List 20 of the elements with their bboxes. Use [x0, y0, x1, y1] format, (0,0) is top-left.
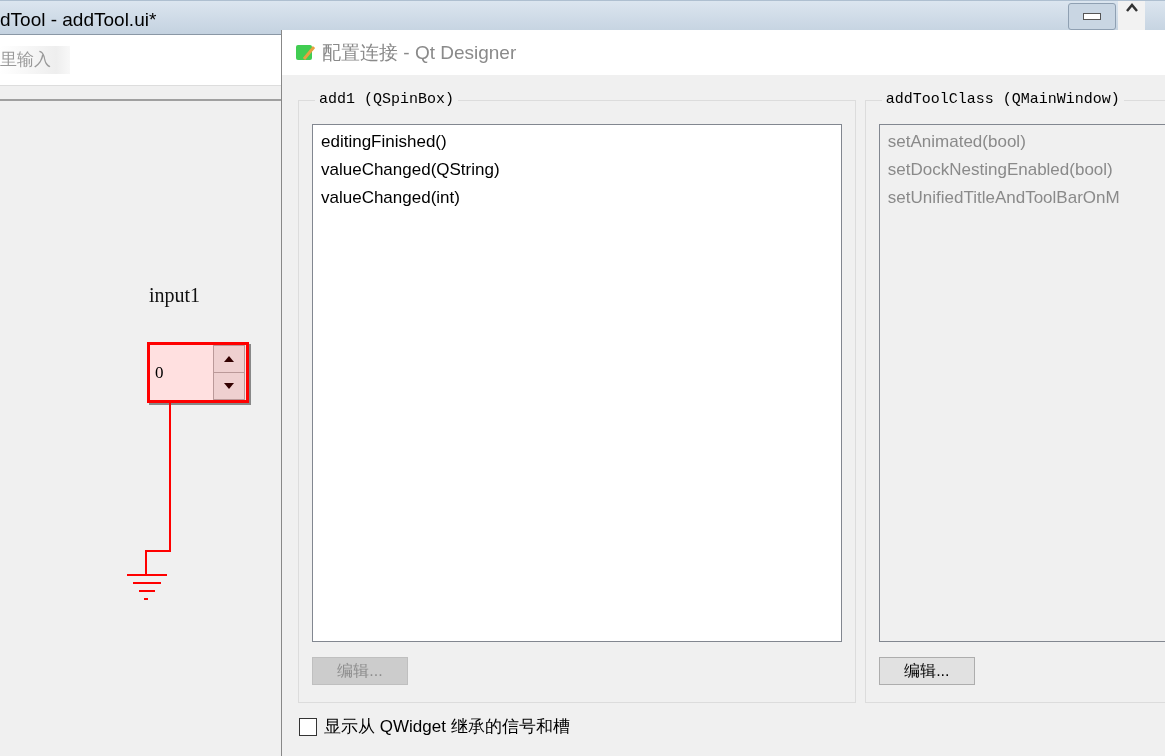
checkbox[interactable] — [299, 717, 317, 736]
triangle-down-icon — [224, 383, 234, 389]
signal-list[interactable]: editingFinished() valueChanged(QString) valueChanged(int) — [312, 124, 842, 642]
list-item[interactable]: valueChanged(QString) — [321, 156, 833, 184]
spin-box[interactable]: 0 — [147, 342, 249, 403]
list-item[interactable]: valueChanged(int) — [321, 184, 833, 212]
widget-label: input1 — [149, 284, 201, 307]
dialog-title: 配置连接 - Qt Designer — [322, 40, 517, 65]
spin-down-button[interactable] — [214, 372, 244, 399]
group-title: add1 (QSpinBox) — [315, 91, 459, 108]
filter-field[interactable]: 里输入 — [0, 46, 70, 74]
triangle-up-icon — [224, 356, 234, 362]
list-item[interactable]: editingFinished() — [321, 128, 833, 156]
window-title: dTool - addTool.ui* — [0, 9, 157, 32]
app-icon — [296, 43, 316, 62]
scroll-up-button[interactable] — [1118, 1, 1145, 31]
checkbox-label: 显示从 QWidget 继承的信号和槽 — [324, 716, 570, 738]
minimize-button[interactable] — [1068, 3, 1116, 30]
spin-up-button[interactable] — [214, 346, 244, 372]
group-title: addToolClass (QMainWindow) — [881, 91, 1124, 108]
